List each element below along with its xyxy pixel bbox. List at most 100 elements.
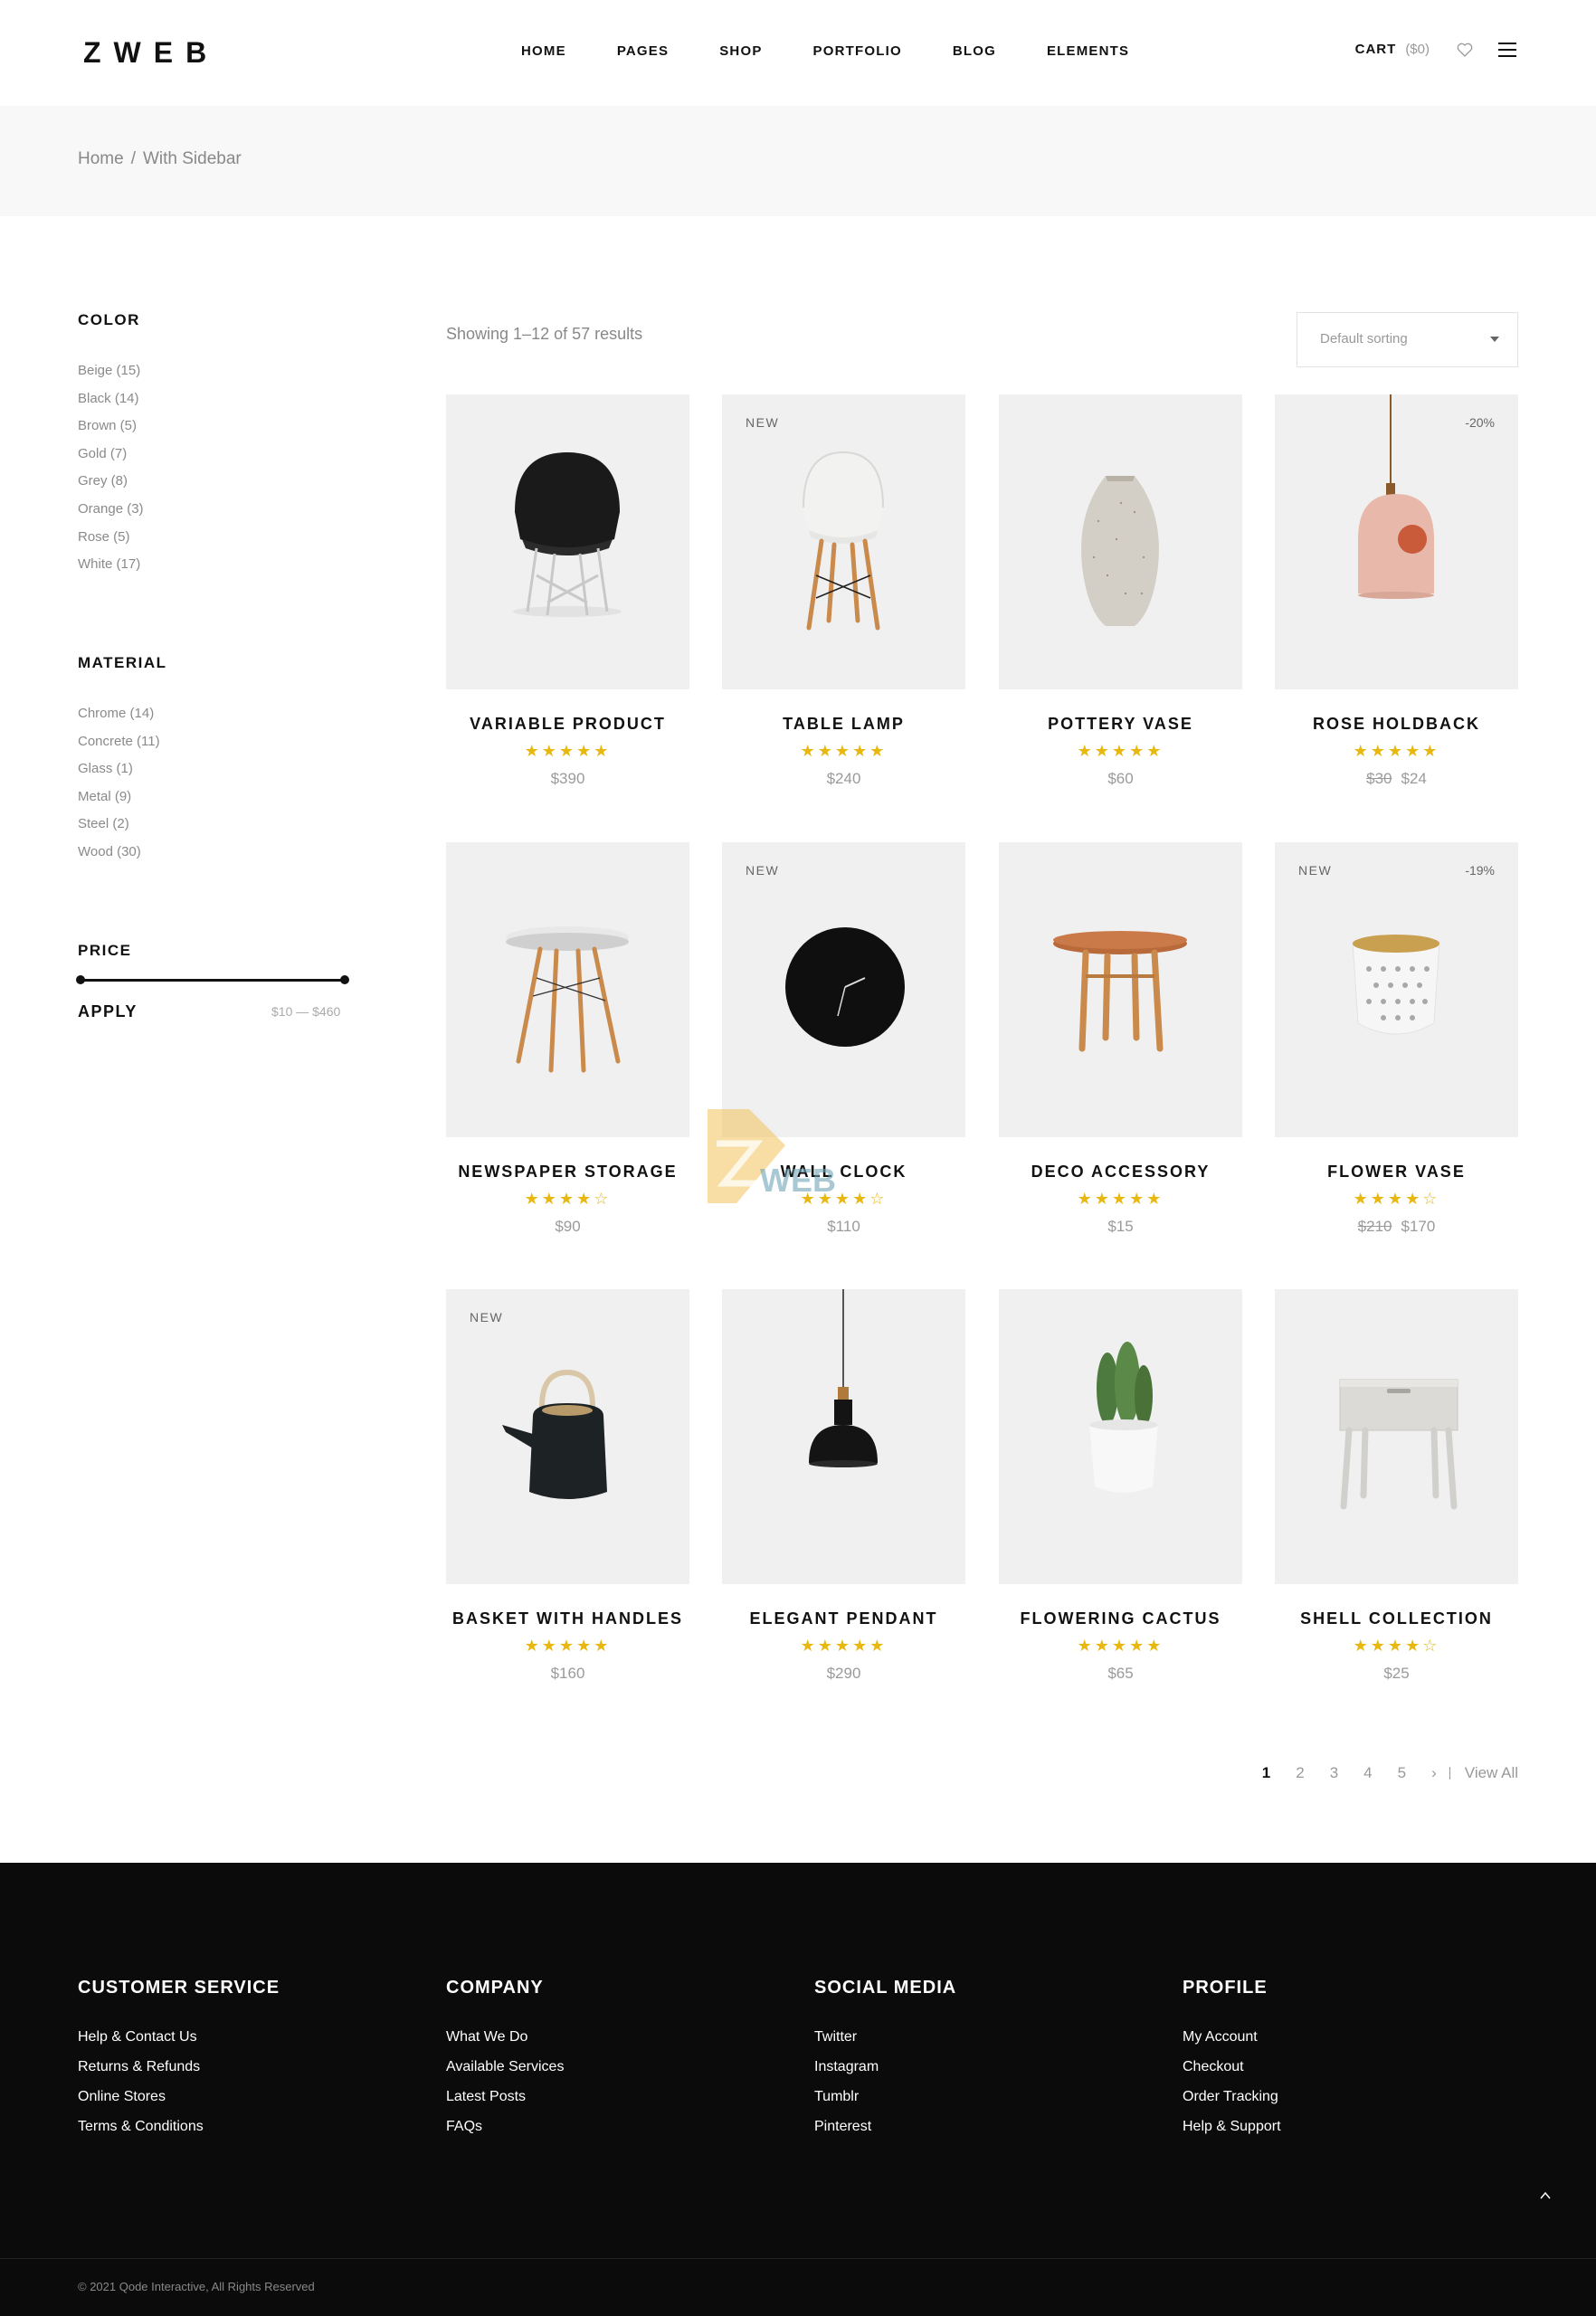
footer-link[interactable]: Help & Contact Us bbox=[78, 2022, 280, 2052]
nav-home[interactable]: HOME bbox=[521, 43, 566, 59]
color-filter-item[interactable]: Rose (5) bbox=[78, 524, 144, 552]
nav-portfolio[interactable]: PORTFOLIO bbox=[813, 43, 902, 59]
color-filter-item[interactable]: White (17) bbox=[78, 551, 144, 579]
material-filter-item[interactable]: Glass (1) bbox=[78, 755, 160, 783]
price-min-handle[interactable] bbox=[76, 975, 85, 984]
product-name[interactable]: BASKET WITH HANDLES bbox=[446, 1609, 689, 1628]
product-name[interactable]: ELEGANT PENDANT bbox=[722, 1609, 965, 1628]
product-card[interactable]: NEWSPAPER STORAGE ★★★★☆ $90 bbox=[446, 842, 689, 1236]
color-filter-item[interactable]: Orange (3) bbox=[78, 496, 144, 524]
footer-link[interactable]: Available Services bbox=[446, 2052, 564, 2082]
price-current: $110 bbox=[827, 1218, 860, 1235]
product-rating: ★★★★★ bbox=[999, 741, 1242, 761]
footer-link[interactable]: Twitter bbox=[814, 2022, 956, 2052]
color-filter-item[interactable]: Gold (7) bbox=[78, 441, 144, 469]
product-rating: ★★★★☆ bbox=[446, 1189, 689, 1209]
product-image[interactable] bbox=[722, 1289, 965, 1584]
cart-total[interactable]: ($0) bbox=[1405, 42, 1430, 57]
next-page-chevron-icon[interactable]: › bbox=[1431, 1764, 1437, 1782]
footer-column-social-media: SOCIAL MEDIA Twitter Instagram Tumblr Pi… bbox=[814, 1978, 956, 2141]
sorting-select[interactable]: Default sorting bbox=[1297, 312, 1518, 367]
back-to-top-chevron-icon[interactable] bbox=[1538, 2188, 1553, 2203]
footer-link[interactable]: Instagram bbox=[814, 2052, 956, 2082]
product-image[interactable] bbox=[999, 394, 1242, 689]
product-name[interactable]: VARIABLE PRODUCT bbox=[446, 715, 689, 734]
footer-link[interactable]: Returns & Refunds bbox=[78, 2052, 280, 2082]
price-max-handle[interactable] bbox=[340, 975, 349, 984]
footer-link[interactable]: My Account bbox=[1183, 2022, 1281, 2052]
product-image[interactable] bbox=[446, 842, 689, 1137]
view-all-link[interactable]: View All bbox=[1465, 1764, 1518, 1782]
price-current: $60 bbox=[1107, 770, 1134, 787]
product-name[interactable]: ROSE HOLDBACK bbox=[1275, 715, 1518, 734]
wishlist-heart-icon[interactable] bbox=[1457, 43, 1473, 57]
material-filter-item[interactable]: Wood (30) bbox=[78, 839, 160, 867]
product-card[interactable]: DECO ACCESSORY ★★★★★ $15 bbox=[999, 842, 1242, 1236]
page-3[interactable]: 3 bbox=[1330, 1764, 1338, 1782]
color-filter-item[interactable]: Brown (5) bbox=[78, 413, 144, 441]
price-range-slider[interactable] bbox=[76, 975, 349, 984]
cart-link[interactable]: CART bbox=[1355, 42, 1397, 57]
product-image[interactable]: NEW bbox=[722, 842, 965, 1137]
page-2[interactable]: 2 bbox=[1296, 1764, 1304, 1782]
apply-price-button[interactable]: APPLY bbox=[78, 1002, 138, 1021]
product-card[interactable]: SHELL COLLECTION ★★★★☆ $25 bbox=[1275, 1289, 1518, 1683]
product-name[interactable]: SHELL COLLECTION bbox=[1275, 1609, 1518, 1628]
footer-link[interactable]: Order Tracking bbox=[1183, 2082, 1281, 2112]
product-name[interactable]: NEWSPAPER STORAGE bbox=[446, 1163, 689, 1182]
nav-blog[interactable]: BLOG bbox=[953, 43, 996, 59]
material-filter-item[interactable]: Metal (9) bbox=[78, 783, 160, 812]
hamburger-menu-icon[interactable] bbox=[1498, 42, 1516, 57]
product-name[interactable]: DECO ACCESSORY bbox=[999, 1163, 1242, 1182]
product-card[interactable]: FLOWERING CACTUS ★★★★★ $65 bbox=[999, 1289, 1242, 1683]
product-image[interactable] bbox=[999, 842, 1242, 1137]
footer-link[interactable]: Help & Support bbox=[1183, 2112, 1281, 2141]
footer-link[interactable]: Tumblr bbox=[814, 2082, 956, 2112]
product-price: $240 bbox=[722, 770, 965, 788]
price-current: $65 bbox=[1107, 1665, 1134, 1682]
product-image[interactable] bbox=[999, 1289, 1242, 1584]
product-card[interactable]: NEW TABLE LAMP ★★★★★ $240 bbox=[722, 394, 965, 788]
material-filter-item[interactable]: Chrome (14) bbox=[78, 700, 160, 728]
product-card[interactable]: NEW BASKET WITH HANDLES ★★★★★ $160 bbox=[446, 1289, 689, 1683]
page-4[interactable]: 4 bbox=[1363, 1764, 1372, 1782]
product-image[interactable]: NEW bbox=[722, 394, 965, 689]
product-name[interactable]: POTTERY VASE bbox=[999, 715, 1242, 734]
site-footer: CUSTOMER SERVICE Help & Contact Us Retur… bbox=[0, 1863, 1596, 2316]
product-card[interactable]: ELEGANT PENDANT ★★★★★ $290 bbox=[722, 1289, 965, 1683]
product-image[interactable] bbox=[1275, 1289, 1518, 1584]
product-card[interactable]: POTTERY VASE ★★★★★ $60 bbox=[999, 394, 1242, 788]
product-name[interactable]: FLOWERING CACTUS bbox=[999, 1609, 1242, 1628]
nav-shop[interactable]: SHOP bbox=[719, 43, 762, 59]
material-filter-item[interactable]: Steel (2) bbox=[78, 811, 160, 839]
product-name[interactable]: FLOWER VASE bbox=[1275, 1163, 1518, 1182]
footer-link[interactable]: Pinterest bbox=[814, 2112, 956, 2141]
footer-link[interactable]: Online Stores bbox=[78, 2082, 280, 2112]
product-card[interactable]: NEW -19% FLOWER VASE ★★★★☆ $210 $170 bbox=[1275, 842, 1518, 1236]
product-image[interactable]: NEW bbox=[446, 1289, 689, 1584]
product-image[interactable] bbox=[446, 394, 689, 689]
page-5[interactable]: 5 bbox=[1398, 1764, 1406, 1782]
site-logo[interactable]: ZWEB bbox=[83, 36, 219, 70]
product-image[interactable]: -20% bbox=[1275, 394, 1518, 689]
footer-link[interactable]: What We Do bbox=[446, 2022, 564, 2052]
nav-elements[interactable]: ELEMENTS bbox=[1047, 43, 1129, 59]
zweb-watermark-logo: WEB bbox=[706, 1109, 896, 1209]
nav-pages[interactable]: PAGES bbox=[617, 43, 669, 59]
breadcrumb-home[interactable]: Home bbox=[78, 149, 124, 168]
footer-link[interactable]: Checkout bbox=[1183, 2052, 1281, 2082]
page-1[interactable]: 1 bbox=[1262, 1764, 1270, 1782]
star-rating-icon: ★★★★★ bbox=[1077, 1190, 1164, 1208]
footer-link[interactable]: Terms & Conditions bbox=[78, 2112, 280, 2141]
footer-link[interactable]: Latest Posts bbox=[446, 2082, 564, 2112]
material-filter-item[interactable]: Concrete (11) bbox=[78, 728, 160, 756]
product-name[interactable]: TABLE LAMP bbox=[722, 715, 965, 734]
product-card[interactable]: -20% ROSE HOLDBACK ★★★★★ $30 $24 bbox=[1275, 394, 1518, 788]
color-filter-item[interactable]: Beige (15) bbox=[78, 357, 144, 385]
footer-link[interactable]: FAQs bbox=[446, 2112, 564, 2141]
color-filter-item[interactable]: Grey (8) bbox=[78, 468, 144, 496]
product-image[interactable]: NEW -19% bbox=[1275, 842, 1518, 1137]
color-filter-item[interactable]: Black (14) bbox=[78, 385, 144, 413]
new-badge: NEW bbox=[746, 415, 780, 430]
product-card[interactable]: VARIABLE PRODUCT ★★★★★ $390 bbox=[446, 394, 689, 788]
